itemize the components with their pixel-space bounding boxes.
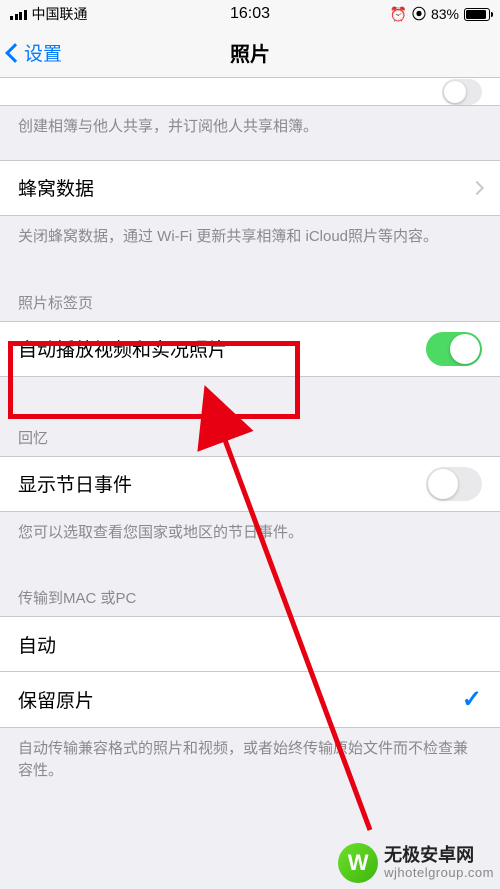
chevron-left-icon bbox=[5, 43, 25, 63]
shared-albums-footer: 创建相簿与他人共享，并订阅他人共享相簿。 bbox=[0, 106, 500, 160]
cellular-data-footer: 关闭蜂窝数据，通过 Wi-Fi 更新共享相簿和 iCloud照片等内容。 bbox=[0, 216, 500, 270]
keep-original-row[interactable]: 保留原片 ✓ bbox=[0, 672, 500, 728]
chevron-right-icon bbox=[470, 181, 484, 195]
show-holidays-footer: 您可以选取查看您国家或地区的节日事件。 bbox=[0, 512, 500, 566]
keep-original-label: 保留原片 bbox=[18, 686, 462, 713]
battery-icon bbox=[464, 8, 490, 21]
watermark-title: 无极安卓网 bbox=[384, 845, 494, 866]
alarm-icon: ⏰ bbox=[390, 6, 407, 23]
watermark: W 无极安卓网 wjhotelgroup.com bbox=[338, 843, 494, 883]
status-right: ⏰ ⦿ 83% bbox=[390, 4, 490, 24]
autoplay-label: 自动播放视频和实况照片 bbox=[18, 335, 426, 362]
back-button[interactable]: 设置 bbox=[0, 39, 62, 66]
transfer-footer: 自动传输兼容格式的照片和视频，或者始终传输原始文件而不检查兼容性。 bbox=[0, 728, 500, 804]
battery-percentage: 83% bbox=[431, 6, 459, 22]
orientation-lock-icon: ⦿ bbox=[412, 4, 426, 24]
autoplay-toggle[interactable] bbox=[426, 332, 482, 366]
autoplay-row[interactable]: 自动播放视频和实况照片 bbox=[0, 321, 500, 377]
show-holidays-label: 显示节日事件 bbox=[18, 470, 426, 497]
status-bar: 中国联通 16:03 ⏰ ⦿ 83% bbox=[0, 0, 500, 28]
status-time: 16:03 bbox=[230, 5, 270, 23]
page-title: 照片 bbox=[230, 38, 270, 67]
transfer-header: 传输到MAC 或PC bbox=[0, 565, 500, 616]
show-holidays-toggle[interactable] bbox=[426, 467, 482, 501]
shared-albums-toggle[interactable] bbox=[442, 79, 482, 105]
checkmark-icon: ✓ bbox=[462, 685, 482, 714]
shared-albums-toggle-row[interactable] bbox=[0, 78, 500, 106]
cellular-data-label: 蜂窝数据 bbox=[18, 174, 472, 201]
back-label: 设置 bbox=[24, 39, 62, 66]
transfer-auto-label: 自动 bbox=[18, 631, 482, 658]
carrier-label: 中国联通 bbox=[32, 4, 88, 24]
show-holidays-row[interactable]: 显示节日事件 bbox=[0, 456, 500, 512]
watermark-url: wjhotelgroup.com bbox=[384, 866, 494, 881]
memories-header: 回忆 bbox=[0, 377, 500, 456]
status-left: 中国联通 bbox=[10, 4, 88, 24]
photos-tab-header: 照片标签页 bbox=[0, 270, 500, 321]
cellular-data-row[interactable]: 蜂窝数据 bbox=[0, 160, 500, 216]
settings-content: 创建相簿与他人共享，并订阅他人共享相簿。 蜂窝数据 关闭蜂窝数据，通过 Wi-F… bbox=[0, 78, 500, 889]
transfer-auto-row[interactable]: 自动 bbox=[0, 616, 500, 672]
nav-bar: 设置 照片 bbox=[0, 28, 500, 78]
signal-icon bbox=[10, 8, 27, 20]
watermark-logo-icon: W bbox=[338, 843, 378, 883]
